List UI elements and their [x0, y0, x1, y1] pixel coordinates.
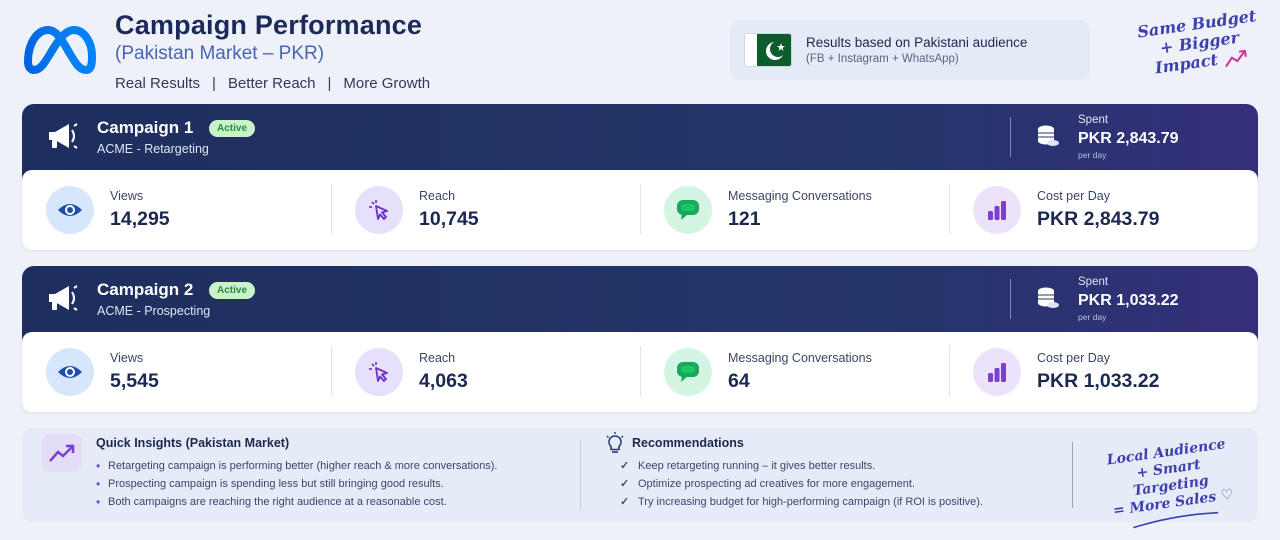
header-title-block: Campaign Performance (Pakistan Market – … — [115, 10, 430, 92]
metric-label: Reach — [419, 351, 456, 365]
metric-cost-per-day: Cost per Day PKR 2,843.79 — [949, 170, 1258, 250]
metric-reach: Reach 4,063 — [331, 332, 640, 412]
megaphone-icon — [49, 285, 78, 311]
metric-views: Views 5,545 — [22, 332, 331, 412]
recommendations-title: Recommendations — [632, 436, 744, 450]
insight-item: Prospecting campaign is spending less bu… — [96, 475, 497, 493]
metric-value: PKR 2,843.79 — [1037, 208, 1160, 230]
spent-value: PKR 1,033.22 — [1078, 292, 1179, 309]
metric-label: Views — [110, 351, 144, 365]
per-day-label: per day — [1078, 150, 1107, 160]
metric-value: 4,063 — [419, 370, 468, 392]
campaign-subtitle: ACME - Prospecting — [97, 304, 211, 318]
megaphone-icon — [49, 123, 78, 149]
metric-label: Messaging Conversations — [728, 189, 872, 203]
metric-label: Cost per Day — [1037, 189, 1110, 203]
metric-label: Reach — [419, 189, 456, 203]
coins-icon — [1038, 287, 1059, 308]
insight-item: Both campaigns are reaching the right au… — [96, 493, 497, 511]
eye-icon — [46, 186, 94, 234]
eye-icon — [46, 348, 94, 396]
divider — [580, 440, 581, 510]
insight-item: Retargeting campaign is performing bette… — [96, 457, 497, 475]
campaign-card-2: Campaign 2 Active ACME - Prospecting Spe… — [22, 266, 1258, 412]
meta-logo-icon — [24, 26, 96, 74]
metric-label: Messaging Conversations — [728, 351, 872, 365]
cursor-click-icon — [355, 186, 403, 234]
campaign-metrics: Views 14,295 Reach 10,745 Messaging Conv… — [22, 170, 1258, 250]
spent-value: PKR 2,843.79 — [1078, 130, 1179, 147]
metric-value: 10,745 — [419, 208, 479, 230]
divider — [1072, 442, 1073, 508]
audience-info-box: Results based on Pakistani audience (FB … — [730, 20, 1090, 80]
recommendation-item: ✓ Try increasing budget for high-performi… — [620, 493, 983, 511]
check-icon: ✓ — [620, 478, 630, 490]
tagline-item: More Growth — [343, 75, 431, 92]
divider — [1010, 117, 1011, 157]
coins-icon — [1038, 125, 1059, 146]
tagline: Real Results | Better Reach | More Growt… — [115, 75, 430, 92]
metric-messaging: Messaging Conversations 64 — [640, 332, 949, 412]
tagline-item: Better Reach — [227, 75, 316, 92]
metric-cost-per-day: Cost per Day PKR 1,033.22 — [949, 332, 1258, 412]
lightbulb-icon — [606, 432, 624, 453]
chat-icon — [664, 186, 712, 234]
spent-label: Spent — [1078, 276, 1109, 288]
check-icon: ✓ — [620, 460, 630, 472]
metric-value: 5,545 — [110, 370, 159, 392]
divider — [1010, 279, 1011, 319]
insights-title: Quick Insights (Pakistan Market) — [96, 436, 290, 450]
recommendations-list: ✓ Keep retargeting running – it gives bet… — [620, 457, 983, 511]
campaign-metrics: Views 5,545 Reach 4,063 Messaging Conver… — [22, 332, 1258, 412]
per-day-label: per day — [1078, 312, 1107, 322]
insights-list: Retargeting campaign is performing bette… — [96, 457, 497, 511]
spent-label: Spent — [1078, 114, 1109, 126]
trend-arrow-icon — [1225, 49, 1248, 67]
recommendation-item: ✓ Optimize prospecting ad creatives for m… — [620, 475, 983, 493]
metric-reach: Reach 10,745 — [331, 170, 640, 250]
status-badge: Active — [209, 282, 256, 299]
metric-value: 121 — [728, 208, 761, 230]
metric-views: Views 14,295 — [22, 170, 331, 250]
metric-value: 14,295 — [110, 208, 170, 230]
check-icon: ✓ — [620, 496, 630, 508]
campaign-subtitle: ACME - Retargeting — [97, 142, 209, 156]
page-title: Campaign Performance — [115, 10, 423, 40]
status-badge: Active — [209, 120, 256, 137]
bar-chart-icon — [973, 348, 1021, 396]
metric-value: PKR 1,033.22 — [1037, 370, 1160, 392]
tagline-item: Real Results — [115, 75, 201, 92]
audience-title: Results based on Pakistani audience — [806, 35, 1028, 50]
tagline-separator: | — [327, 75, 332, 92]
trend-up-icon — [42, 434, 82, 472]
campaign-name: Campaign 2 — [97, 280, 194, 299]
insights-panel: Quick Insights (Pakistan Market) Retarge… — [22, 428, 1258, 529]
tagline-separator: | — [212, 75, 216, 92]
audience-platforms: (FB + Instagram + WhatsApp) — [806, 53, 959, 65]
recommendation-item: ✓ Keep retargeting running – it gives bet… — [620, 457, 983, 475]
metric-label: Views — [110, 189, 144, 203]
page-subtitle: (Pakistan Market – PKR) — [115, 43, 325, 64]
campaign-card-1: Campaign 1 Active ACME - Retargeting Spe… — [22, 104, 1258, 250]
cursor-click-icon — [355, 348, 403, 396]
metric-messaging: Messaging Conversations 121 — [640, 170, 949, 250]
chat-icon — [664, 348, 712, 396]
campaign-name: Campaign 1 — [97, 118, 194, 137]
metric-value: 64 — [728, 370, 750, 392]
bar-chart-icon — [973, 186, 1021, 234]
pakistan-flag-icon — [744, 33, 792, 67]
slogan-text-2: Local Audience + Smart Targeting = More … — [1101, 435, 1242, 537]
metric-label: Cost per Day — [1037, 351, 1110, 365]
slogan-text: Same Budget + Bigger Impact — [1121, 4, 1280, 104]
